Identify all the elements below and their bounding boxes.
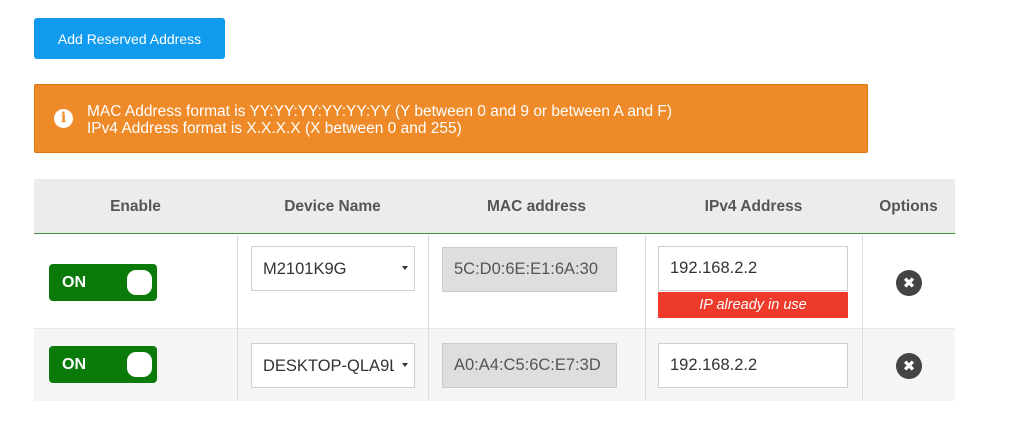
table-header: Enable Device Name MAC address IPv4 Addr…: [34, 179, 955, 234]
ipv4-address-input[interactable]: 192.168.2.2: [658, 343, 848, 388]
add-reserved-address-button[interactable]: Add Reserved Address: [34, 18, 225, 59]
ipv4-format-text: IPv4 Address format is X.X.X.X (X betwee…: [87, 120, 462, 137]
toggle-knob: [127, 352, 152, 377]
column-divider: [645, 235, 646, 401]
mac-address-field: 5C:D0:6E:E1:6A:30: [442, 247, 617, 292]
header-mac-address: MAC address: [486, 197, 587, 215]
header-enable: Enable: [110, 197, 161, 215]
device-name-value: DESKTOP-QLA9L: [263, 357, 399, 375]
enable-toggle[interactable]: ON: [49, 264, 157, 301]
header-ipv4-address: IPv4 Address: [704, 197, 803, 215]
enable-toggle[interactable]: ON: [49, 346, 157, 383]
column-divider: [428, 235, 429, 401]
chevron-down-icon: [402, 266, 408, 270]
ip-error-message: IP already in use: [658, 292, 848, 318]
header-device-name: Device Name: [284, 197, 381, 215]
column-divider: [862, 235, 863, 401]
mac-format-text: MAC Address format is YY:YY:YY:YY:YY:YY …: [87, 103, 673, 120]
reserved-address-table: Enable Device Name MAC address IPv4 Addr…: [34, 179, 955, 401]
chevron-down-icon: [402, 363, 408, 367]
info-icon: i: [54, 109, 73, 128]
column-divider: [237, 235, 238, 401]
mac-address-field: A0:A4:C5:6C:E7:3D: [442, 343, 617, 388]
toggle-label: ON: [62, 274, 86, 291]
delete-row-button[interactable]: ✖: [896, 353, 922, 379]
device-name-select[interactable]: DESKTOP-QLA9L: [251, 343, 415, 388]
format-info-alert: i MAC Address format is YY:YY:YY:YY:YY:Y…: [34, 84, 868, 153]
delete-row-button[interactable]: ✖: [896, 270, 922, 296]
toggle-knob: [127, 270, 152, 295]
toggle-label: ON: [62, 356, 86, 373]
row-divider: [34, 328, 955, 329]
device-name-value: M2101K9G: [263, 260, 347, 278]
header-options: Options: [879, 197, 938, 215]
device-name-select[interactable]: M2101K9G: [251, 246, 415, 291]
ipv4-address-input[interactable]: 192.168.2.2: [658, 246, 848, 291]
